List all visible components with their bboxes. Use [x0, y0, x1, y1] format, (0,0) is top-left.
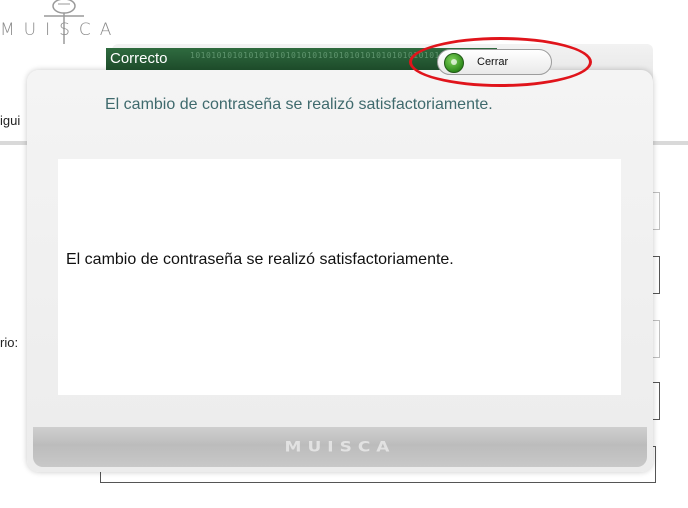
close-button[interactable]: Cerrar	[437, 49, 552, 75]
dialog-title: Correcto	[110, 50, 168, 67]
background-field	[652, 192, 660, 230]
background-field	[652, 382, 660, 420]
muisca-logo: MUISCA	[0, 0, 111, 48]
footer-brand: MUISCA	[284, 438, 396, 456]
close-icon	[444, 53, 464, 73]
dialog-body: El cambio de contraseña se realizó satis…	[27, 70, 653, 472]
dialog-message: El cambio de contraseña se realizó satis…	[66, 251, 454, 268]
background-label-usuario: rio:	[0, 335, 19, 350]
background-field	[652, 256, 660, 294]
close-button-label: Cerrar	[477, 56, 509, 68]
logo-text: MUISCA	[0, 20, 121, 40]
background-label-siguiente: igui	[0, 113, 21, 128]
background-field	[652, 320, 660, 358]
dialog-subtitle: El cambio de contraseña se realizó satis…	[105, 96, 493, 113]
dialog-footer: MUISCA	[33, 427, 647, 467]
success-dialog: El cambio de contraseña se realizó satis…	[27, 44, 653, 472]
message-panel: El cambio de contraseña se realizó satis…	[58, 159, 621, 395]
